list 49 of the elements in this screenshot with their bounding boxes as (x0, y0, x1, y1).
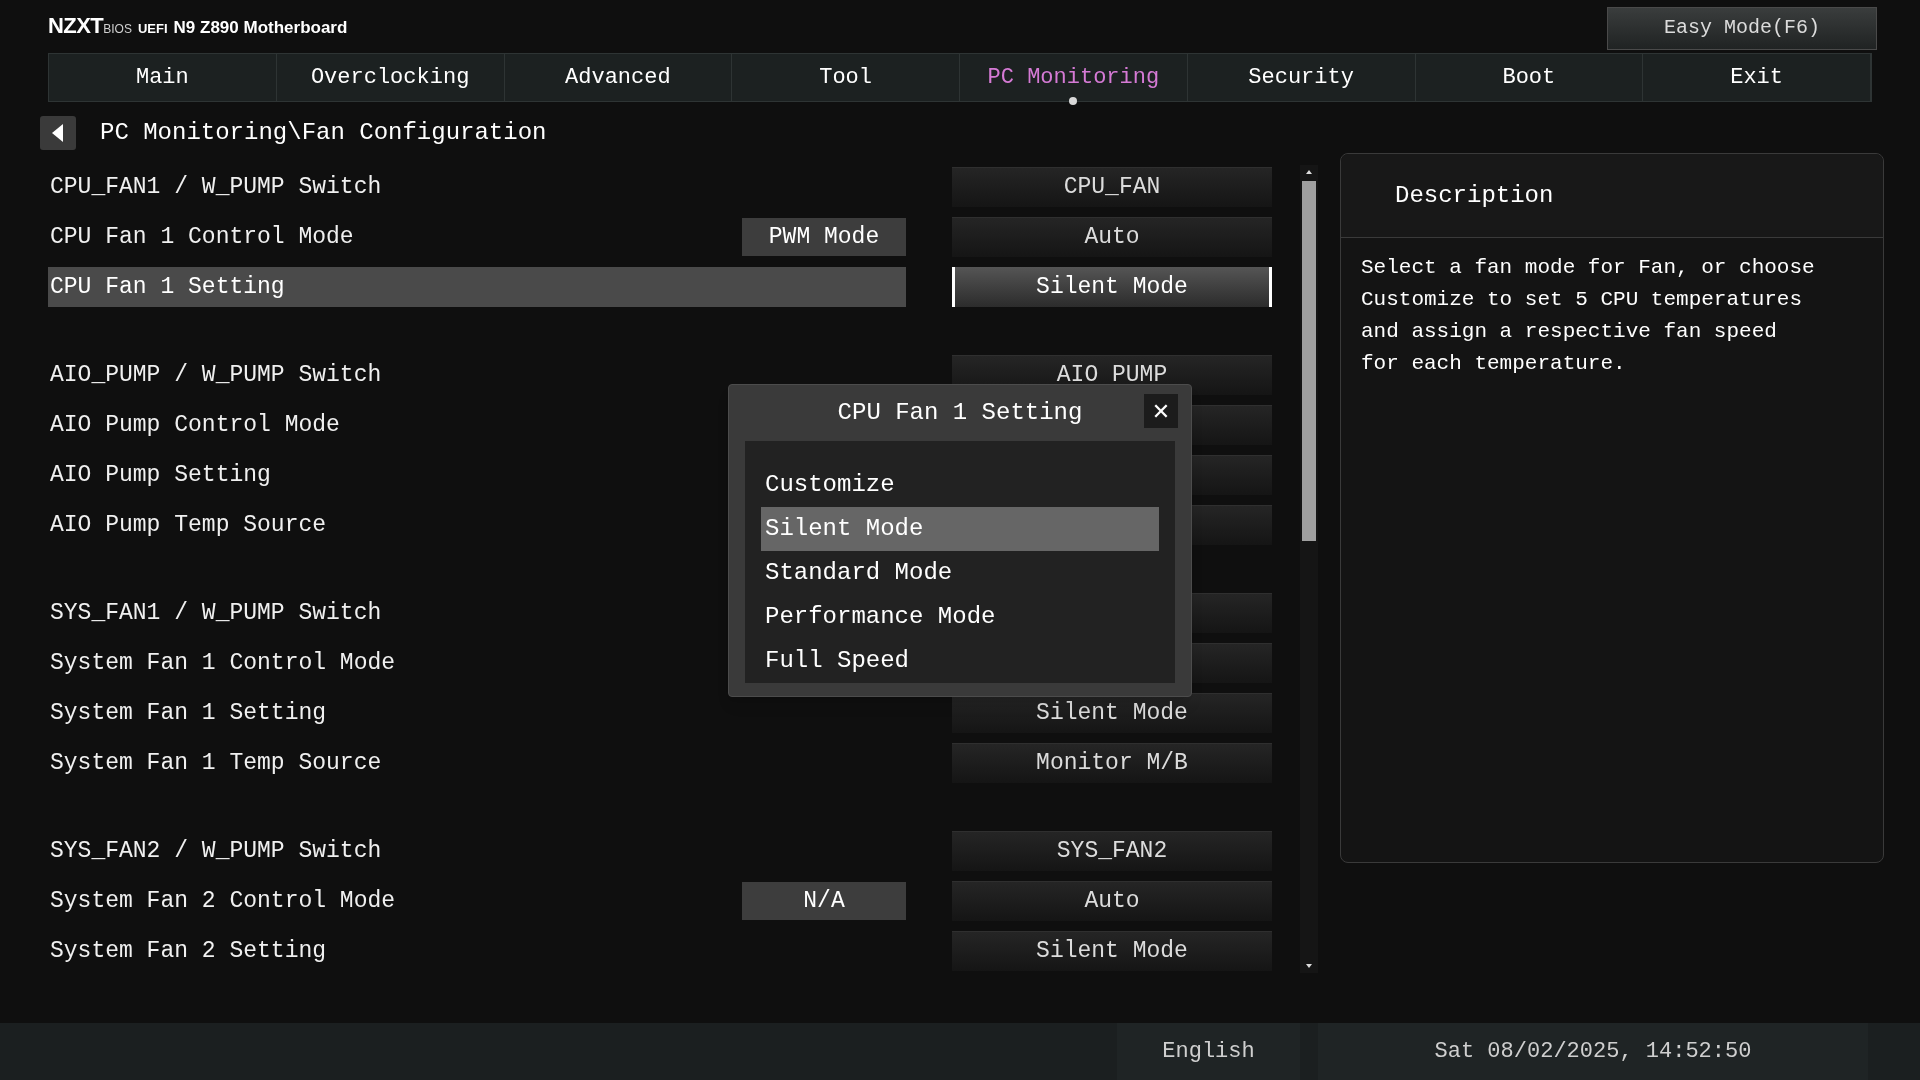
setting-label[interactable]: System Fan 2 Setting (48, 931, 906, 971)
setting-label[interactable]: CPU_FAN1 / W_PUMP Switch (48, 167, 906, 207)
description-title: Description (1395, 180, 1554, 211)
brand-logo: NZXT (48, 11, 104, 40)
menu-tab[interactable]: Security (1187, 54, 1416, 101)
setting-label[interactable]: System Fan 1 Setting (48, 693, 906, 733)
scrollbar-thumb[interactable] (1302, 181, 1316, 541)
setting-label[interactable]: AIO_PUMP / W_PUMP Switch (48, 355, 906, 395)
menu-tab[interactable]: Main (49, 54, 277, 101)
date-time: Sat 08/02/2025, 14:52:50 (1318, 1023, 1868, 1080)
menu-tab[interactable]: Advanced (504, 54, 733, 101)
dialog-option[interactable]: Full Speed (761, 639, 1159, 683)
value-button[interactable]: SYS_FAN2 (952, 831, 1272, 871)
menu-tab[interactable]: Overclocking (276, 54, 505, 101)
tab-indicator-icon (1069, 97, 1078, 105)
value-button[interactable]: Auto (952, 217, 1272, 257)
dialog-option[interactable]: Customize (761, 463, 1159, 507)
menu-tab[interactable]: Exit (1643, 54, 1871, 101)
mode-badge: PWM Mode (742, 218, 906, 256)
board-model: N9 Z890 Motherboard (173, 16, 348, 39)
mode-badge: N/A (742, 882, 906, 920)
back-arrow-icon (50, 123, 66, 143)
value-button[interactable]: Silent Mode (952, 931, 1272, 971)
scrollbar[interactable] (1300, 165, 1318, 973)
setting-label[interactable]: SYS_FAN2 / W_PUMP Switch (48, 831, 906, 871)
value-button[interactable]: Silent Mode (952, 693, 1272, 733)
close-button[interactable]: ✕ (1144, 394, 1178, 428)
dialog-option[interactable]: Standard Mode (761, 551, 1159, 595)
menu-tab[interactable]: Boot (1415, 54, 1644, 101)
value-button[interactable]: Monitor M/B (952, 743, 1272, 783)
breadcrumb-path: PC Monitoring\Fan Configuration (100, 118, 547, 148)
dialog-title: CPU Fan 1 Setting (837, 398, 1083, 428)
setting-label[interactable]: System Fan 2 Control Mode (48, 881, 734, 921)
back-button[interactable] (40, 116, 76, 150)
description-text: Select a fan mode for Fan, or choose Customize to set 5 CPU temperatures and assign a respective fan speed for each temperature. (1360, 255, 1816, 377)
easy-mode-button[interactable]: Easy Mode(F6) (1607, 6, 1877, 50)
bios-label: BIOS (103, 21, 132, 38)
uefi-label: UEFI (137, 19, 168, 38)
setting-label[interactable]: System Fan 1 Temp Source (48, 743, 906, 783)
dialog-option[interactable]: Silent Mode (761, 507, 1159, 551)
setting-label[interactable]: CPU Fan 1 Setting (48, 267, 906, 307)
menu-tab[interactable]: Tool (732, 54, 960, 101)
value-button[interactable]: CPU_FAN (952, 167, 1272, 207)
setting-label[interactable]: CPU Fan 1 Control Mode (48, 217, 734, 257)
value-button[interactable]: Auto (952, 881, 1272, 921)
menu-tab[interactable]: PC Monitoring (960, 54, 1188, 101)
language-label[interactable]: English (1117, 1023, 1300, 1080)
dialog-option[interactable]: Performance Mode (761, 595, 1159, 639)
value-button[interactable]: Silent Mode (952, 267, 1272, 307)
